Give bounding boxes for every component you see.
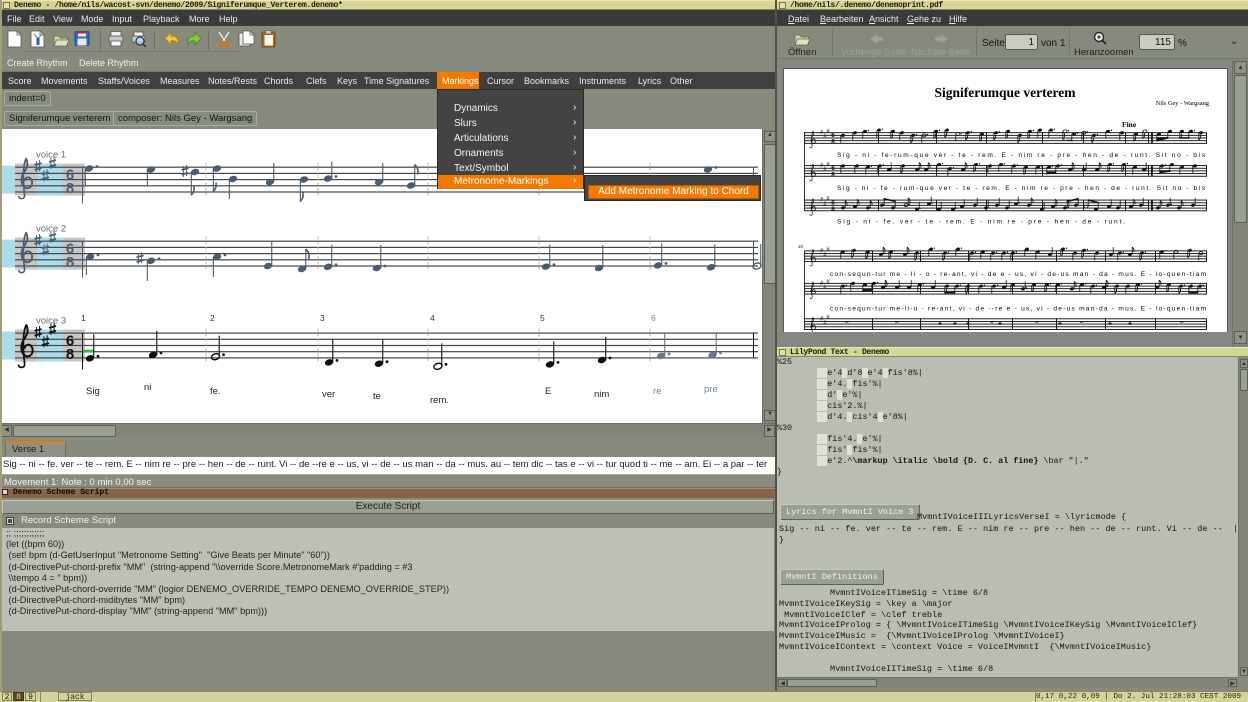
svg-text:8: 8 — [66, 346, 74, 363]
svg-text:pre: pre — [704, 384, 718, 395]
svg-text:E: E — [545, 386, 551, 397]
svg-text:8: 8 — [831, 171, 835, 178]
svg-text:#: # — [826, 162, 830, 168]
svg-text:4: 4 — [430, 313, 435, 323]
svg-text:#: # — [826, 315, 830, 321]
svg-text:8: 8 — [66, 254, 74, 271]
svg-text:#: # — [826, 280, 830, 286]
svg-text:rem.: rem. — [430, 395, 449, 406]
svg-text:8: 8 — [831, 139, 835, 146]
svg-text:8: 8 — [831, 206, 835, 213]
svg-text:#: # — [826, 129, 830, 135]
svg-text:nim: nim — [594, 389, 609, 400]
svg-text:1: 1 — [81, 313, 86, 323]
svg-text:8: 8 — [66, 180, 74, 197]
svg-text:Sig: Sig — [86, 386, 100, 397]
svg-text:5: 5 — [540, 313, 545, 323]
svg-text:te: te — [373, 391, 381, 402]
svg-text:6: 6 — [651, 313, 656, 323]
svg-text:10: 10 — [798, 244, 804, 249]
svg-text:Sig - ni - fe - ru: Sig - ni - fe - rum-que ver - te - rem. … — [837, 185, 1206, 192]
svg-text:fe.: fe. — [210, 386, 221, 397]
svg-text:Sig - ni - fe-rum-que ver -: Sig - ni - fe-rum-que ver - te - rem. E … — [837, 152, 1206, 159]
svg-text:3: 3 — [320, 313, 325, 323]
svg-text:ver: ver — [322, 389, 335, 400]
svg-text:con-sequn-tur me-li-o - re-ant: con-sequn-tur me-li-o - re-ant, vi - de … — [830, 306, 1207, 313]
svg-text:2: 2 — [210, 313, 215, 323]
svg-text:Sig - ni - fe.: Sig - ni - fe. ver - te - rem. E - nim r… — [837, 219, 1125, 226]
svg-text:re: re — [653, 386, 661, 397]
svg-text:#: # — [826, 196, 830, 202]
svg-text:#: # — [826, 247, 830, 253]
svg-text:ni: ni — [144, 382, 151, 393]
svg-text:con-sequn-tur me - li - o - re: con-sequn-tur me - li - o - re-ant, vi -… — [830, 271, 1207, 278]
